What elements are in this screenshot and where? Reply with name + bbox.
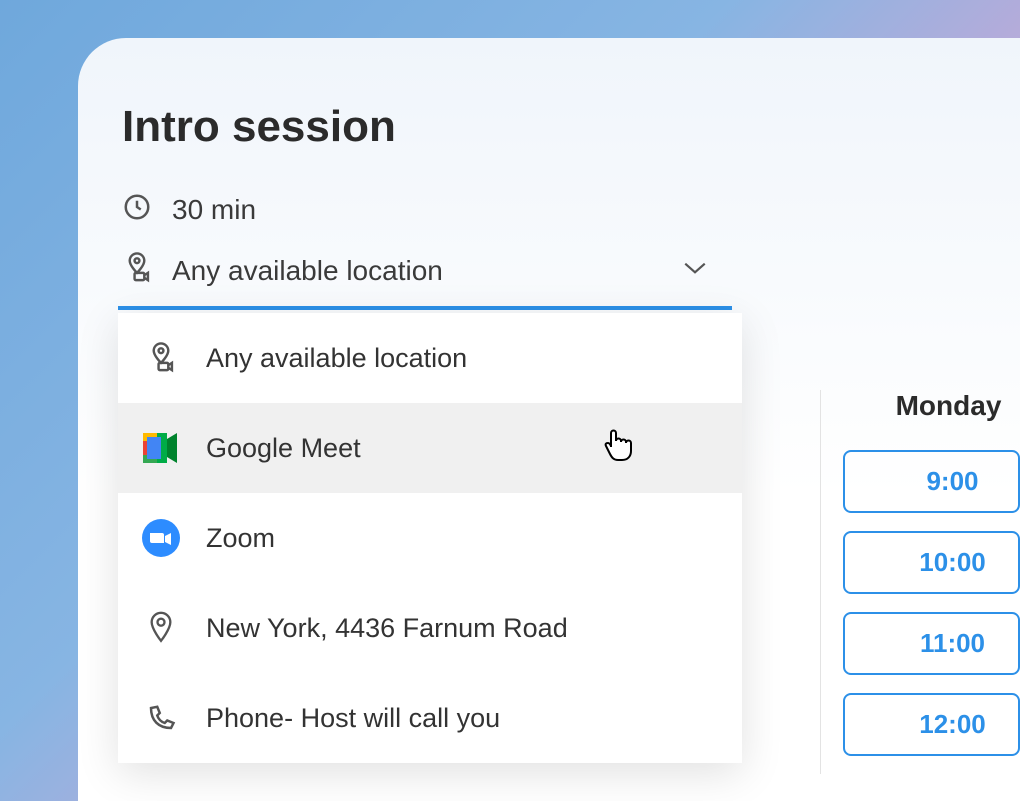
timeslot-button[interactable]: 10:00 <box>843 531 1020 594</box>
phone-icon <box>142 699 180 737</box>
dropdown-item-label: Phone- Host will call you <box>206 703 500 734</box>
location-select[interactable]: Any available location <box>122 251 736 308</box>
location-camera-icon <box>142 339 180 377</box>
page-title: Intro session <box>122 102 1020 152</box>
pin-icon <box>142 609 180 647</box>
location-camera-icon <box>122 251 152 290</box>
dropdown-item-any[interactable]: Any available location <box>118 313 742 403</box>
booking-card: Intro session 30 min Any available locat… <box>78 38 1020 801</box>
dropdown-item-google-meet[interactable]: Google Meet <box>118 403 742 493</box>
google-meet-icon <box>142 429 180 467</box>
dropdown-item-address[interactable]: New York, 4436 Farnum Road <box>118 583 742 673</box>
timeslot-panel: Monday 9:00 10:00 11:00 12:00 <box>820 390 1020 774</box>
dropdown-item-label: Zoom <box>206 523 275 554</box>
timeslot-button[interactable]: 11:00 <box>843 612 1020 675</box>
dropdown-item-phone[interactable]: Phone- Host will call you <box>118 673 742 763</box>
location-block: Any available location Any avail <box>122 251 736 308</box>
timeslot-button[interactable]: 12:00 <box>843 693 1020 756</box>
duration-text: 30 min <box>172 194 256 226</box>
chevron-down-icon <box>682 260 736 281</box>
location-selected-text: Any available location <box>172 255 662 287</box>
timeslot-button[interactable]: 9:00 <box>843 450 1020 513</box>
dropdown-item-label: Google Meet <box>206 433 361 464</box>
duration-row: 30 min <box>122 192 1020 227</box>
zoom-icon <box>142 519 180 557</box>
pointer-cursor-icon <box>602 427 632 463</box>
clock-icon <box>122 192 152 227</box>
dropdown-item-label: New York, 4436 Farnum Road <box>206 613 568 644</box>
dropdown-item-label: Any available location <box>206 343 467 374</box>
location-dropdown: Any available location Google Meet <box>118 313 742 763</box>
select-underline <box>118 306 732 310</box>
dropdown-item-zoom[interactable]: Zoom <box>118 493 742 583</box>
day-label: Monday <box>877 390 1020 422</box>
